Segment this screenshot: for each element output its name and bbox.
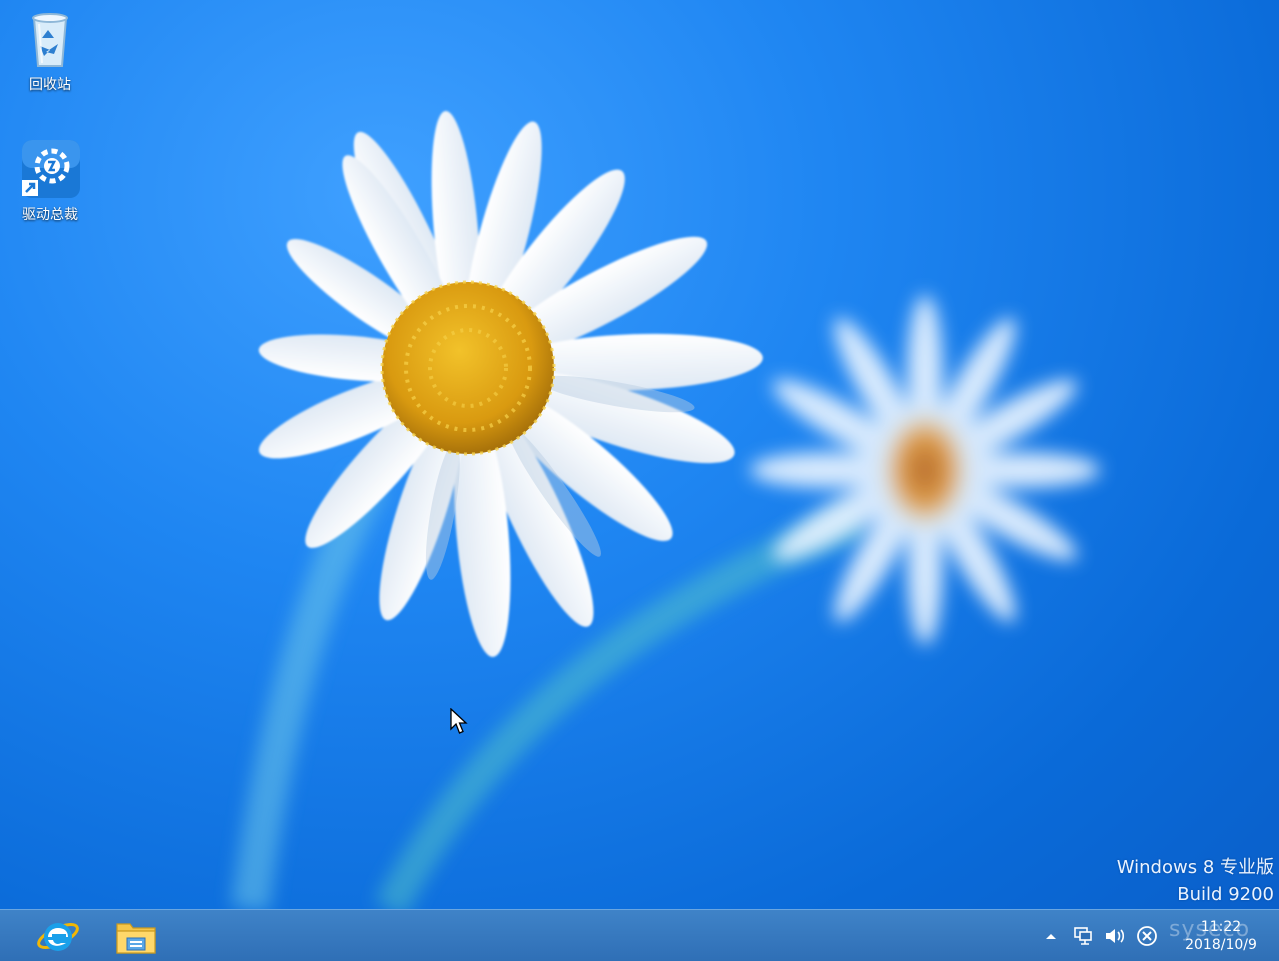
network-icon[interactable] (1070, 923, 1096, 949)
windows-edition-text: Windows 8 专业版 (1116, 857, 1274, 878)
file-explorer-icon (116, 923, 156, 954)
show-hidden-icons-chevron-icon[interactable] (1038, 923, 1064, 949)
desktop-icon-recycle-bin[interactable]: 回收站 (10, 8, 90, 94)
windows-build-text: Build 9200 (1177, 884, 1274, 905)
desktop[interactable]: 回收站 驱动总裁 Windows 8 专业版 Build 9200 syseco… (0, 0, 1279, 961)
daisy-wallpaper (231, 110, 1100, 909)
internet-explorer-icon (37, 923, 79, 951)
driver-app-icon (18, 138, 82, 202)
taskbar-app-file-explorer[interactable] (106, 912, 166, 960)
windows-edition-watermark: Windows 8 专业版 Build 9200 (1117, 854, 1274, 908)
volume-icon[interactable] (1102, 923, 1128, 949)
taskbar: syseco 11:22 2018/10/9 (0, 909, 1279, 961)
taskbar-app-internet-explorer[interactable] (28, 912, 88, 960)
desktop-icon-label: 驱动总裁 (22, 207, 78, 223)
recycle-bin-icon (18, 8, 82, 72)
clock-date: 2018/10/9 (1185, 937, 1257, 953)
taskbar-clock[interactable]: syseco 11:22 2018/10/9 (1163, 918, 1279, 954)
action-center-icon[interactable] (1134, 923, 1160, 949)
mouse-cursor-icon (450, 708, 468, 734)
clock-time: 11:22 (1200, 919, 1242, 935)
desktop-icon-label: 回收站 (29, 77, 71, 93)
desktop-icon-driver-app[interactable]: 驱动总裁 (10, 138, 90, 224)
system-tray: syseco 11:22 2018/10/9 (1035, 910, 1279, 961)
